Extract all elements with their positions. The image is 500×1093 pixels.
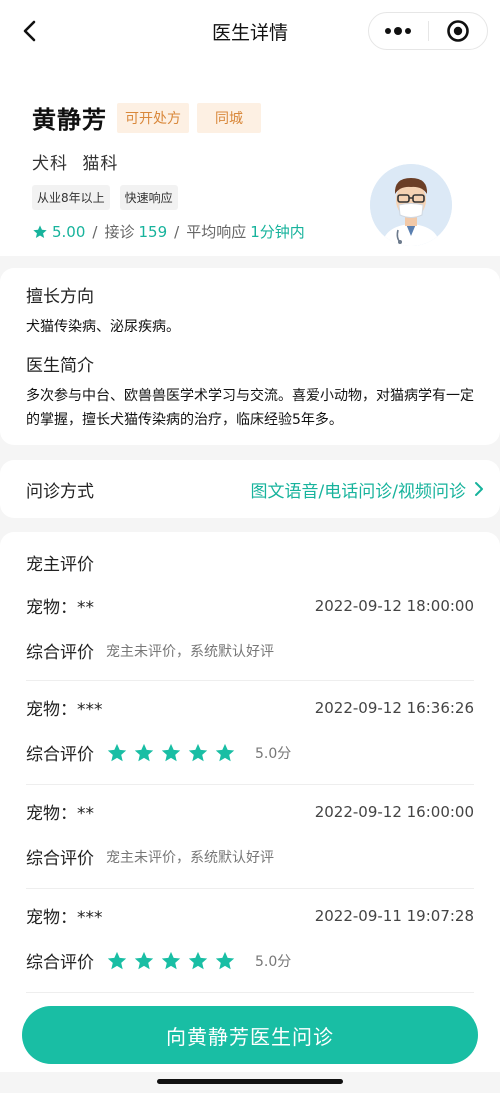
bio-text: 多次参与中台、欧兽兽医学术学习与交流。喜爱小动物，对猫病学有一定的掌握，擅长犬猫… (26, 388, 474, 428)
pet-value: ** (77, 598, 94, 618)
bio-title: 医生简介 (26, 356, 94, 376)
star-icon (107, 743, 127, 761)
pet-name: 宠物：** (26, 593, 94, 618)
chevron-left-icon (23, 20, 36, 42)
rating-score: 5.0分 (255, 745, 292, 762)
department-dog: 犬科 (32, 154, 68, 174)
mini-program-capsule (368, 12, 488, 50)
review-time: 2022-09-12 16:36:26 (314, 698, 474, 717)
pet-prefix: 宠物： (26, 908, 77, 928)
review-time: 2022-09-12 16:00:00 (314, 802, 474, 821)
chevron-right-icon (475, 482, 483, 496)
doctor-avatar (370, 164, 452, 246)
star-icon (134, 743, 154, 761)
review-time: 2022-09-11 19:07:28 (314, 906, 474, 925)
consult-method-label: 问诊方式 (26, 481, 94, 502)
consult-count: 159 (138, 222, 168, 241)
pet-name: 宠物：*** (26, 695, 103, 720)
header-area: 医生详情 黄静芳 可开处方 同城 犬科 猫科 从业8年以上 快速响应 5.00 … (0, 0, 500, 256)
pet-prefix: 宠物： (26, 700, 77, 720)
navigation-bar: 医生详情 (0, 0, 500, 62)
stat-separator: / (92, 222, 98, 241)
fast-response-badge: 快速响应 (119, 185, 178, 210)
response-label: 平均响应 (186, 223, 247, 241)
doctor-name: 黄静芳 (32, 106, 107, 134)
rating-label: 综合评价 (26, 953, 94, 973)
reviews-title: 宠主评价 (26, 555, 94, 575)
pet-name: 宠物：** (26, 799, 94, 824)
star-icon (107, 951, 127, 969)
review-item: 宠物：*** 2022-09-11 19:07:28 综合评价 5.0分 (26, 889, 474, 993)
consult-method-value: 图文语音/电话问诊/视频问诊 (251, 477, 484, 502)
close-button[interactable] (429, 13, 488, 49)
pet-prefix: 宠物： (26, 598, 77, 618)
rating-label: 综合评价 (26, 849, 94, 869)
experience-badge: 从业8年以上 (32, 185, 110, 210)
rating-value: 5.00 (52, 222, 86, 241)
star-icon (161, 951, 181, 969)
back-button[interactable] (16, 16, 42, 46)
pet-value: *** (77, 908, 103, 928)
rating-label: 综合评价 (26, 643, 94, 663)
pet-value: ** (77, 804, 94, 824)
target-close-icon (446, 20, 469, 42)
more-dots-icon (385, 27, 412, 35)
page-title: 医生详情 (211, 21, 288, 44)
reviews-card: 宠主评价 宠物：** 2022-09-12 18:00:00 综合评价 宠主未评… (0, 532, 500, 1072)
star-icon (188, 743, 208, 761)
more-button[interactable] (369, 13, 428, 49)
response-time: 1分钟内 (250, 223, 305, 241)
consult-label: 接诊 (104, 223, 135, 241)
doctor-profile: 黄静芳 可开处方 同城 犬科 猫科 从业8年以上 快速响应 5.00 / 接诊 … (0, 62, 500, 256)
rating-score: 5.0分 (255, 953, 292, 970)
pet-value: *** (77, 700, 103, 720)
doctor-intro-card: 擅长方向 犬猫传染病、泌尿疾病。 医生简介 多次参与中台、欧兽兽医学术学习与交流… (0, 268, 500, 445)
stat-separator: / (174, 222, 180, 241)
default-rating-text: 宠主未评价，系统默认好评 (106, 643, 274, 660)
rating-label: 综合评价 (26, 745, 94, 765)
star-icon (215, 951, 235, 969)
review-item: 宠物：*** 2022-09-12 16:36:26 综合评价 5.0分 (26, 681, 474, 785)
star-icon (161, 743, 181, 761)
default-rating-text: 宠主未评价，系统默认好评 (106, 849, 274, 866)
star-icon (215, 743, 235, 761)
consult-method-text: 图文语音/电话问诊/视频问诊 (250, 481, 466, 502)
doctor-avatar-illustration (370, 164, 452, 246)
review-time: 2022-09-12 18:00:00 (314, 596, 474, 615)
star-rating (106, 742, 241, 764)
same-city-tag: 同城 (197, 102, 261, 133)
pet-prefix: 宠物： (26, 804, 77, 824)
department-cat: 猫科 (82, 154, 119, 174)
review-item: 宠物：** 2022-09-12 16:00:00 综合评价 宠主未评价，系统默… (26, 785, 474, 889)
home-indicator (157, 1079, 343, 1084)
specialty-title: 擅长方向 (26, 287, 94, 307)
consult-method-row[interactable]: 问诊方式 图文语音/电话问诊/视频问诊 (0, 460, 500, 518)
star-icon (134, 951, 154, 969)
star-icon (188, 951, 208, 969)
consult-doctor-button[interactable]: 向黄静芳医生问诊 (22, 1006, 478, 1064)
star-rating (106, 950, 241, 972)
specialty-text: 犬猫传染病、泌尿疾病。 (26, 319, 180, 335)
review-item: 宠物：** 2022-09-12 18:00:00 综合评价 宠主未评价，系统默… (26, 593, 474, 681)
star-icon (33, 224, 47, 238)
pet-name: 宠物：*** (26, 903, 103, 928)
prescription-tag: 可开处方 (117, 102, 189, 133)
